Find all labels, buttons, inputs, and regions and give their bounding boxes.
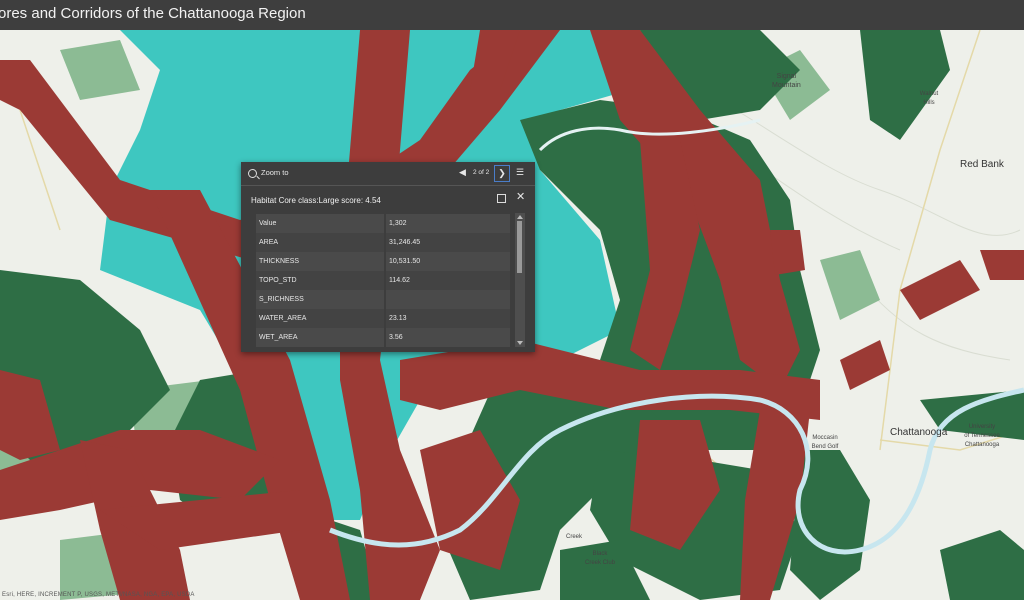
- label-walnut-hills: Walnut Hills: [919, 91, 939, 106]
- title-bar: ores and Corridors of the Chattanooga Re…: [0, 0, 1024, 30]
- popup-divider: [241, 185, 535, 186]
- scroll-down-icon[interactable]: [517, 341, 523, 345]
- field-name: TOPO_STD: [256, 271, 384, 290]
- feature-popup: Zoom to ◀ 2 of 2 ❯ ☰ Habitat Core class:…: [241, 162, 535, 352]
- zoom-to-label: Zoom to: [261, 168, 289, 177]
- table-row: WATER_AREA 23.13: [256, 309, 752, 328]
- scroll-up-icon[interactable]: [517, 215, 523, 219]
- close-icon[interactable]: ✕: [516, 192, 525, 203]
- dock-icon[interactable]: [497, 194, 506, 203]
- field-name: THICKNESS: [256, 252, 384, 271]
- table-row: WET_AREA 3.56: [256, 328, 752, 347]
- field-value: 10,531.50: [386, 252, 510, 271]
- label-moccasin-bend: Moccasin Bend Golf: [811, 435, 839, 450]
- label-red-bank: Red Bank: [960, 159, 1004, 170]
- table-row: Value 1,302: [256, 214, 752, 233]
- previous-feature-button[interactable]: ◀: [459, 167, 466, 178]
- menu-icon[interactable]: ☰: [516, 167, 524, 178]
- popup-header: Zoom to ◀ 2 of 2 ❯ ☰: [241, 162, 535, 184]
- field-value: 1,302: [386, 214, 510, 233]
- app-title: ores and Corridors of the Chattanooga Re…: [0, 5, 306, 22]
- map-attribution: Esri, HERE, INCREMENT P, USGS, METI/NASA…: [2, 592, 195, 598]
- popup-title: Habitat Core class:Large score: 4.54: [251, 196, 381, 205]
- field-value: 23.13: [386, 309, 510, 328]
- table-row: TOPO_STD 114.62: [256, 271, 752, 290]
- popup-scrollbar[interactable]: [515, 213, 525, 347]
- scroll-thumb[interactable]: [517, 221, 522, 273]
- field-value: 114.62: [386, 271, 510, 290]
- field-name: WET_AREA: [256, 328, 384, 347]
- label-creek: Creek: [566, 534, 583, 540]
- field-value: 31,246.45: [386, 233, 510, 252]
- table-row: AREA 31,246.45: [256, 233, 752, 252]
- label-chattanooga: Chattanooga: [890, 427, 948, 438]
- field-name: AREA: [256, 233, 384, 252]
- label-black-creek: Black Creek Club: [584, 551, 615, 566]
- zoom-to-button[interactable]: Zoom to: [248, 168, 289, 178]
- next-feature-button[interactable]: ❯: [494, 165, 510, 182]
- label-utc: University of Tennessee Chattanooga: [964, 424, 1000, 448]
- field-value: 3.56: [386, 328, 510, 347]
- feature-counter: 2 of 2: [473, 169, 490, 176]
- field-value: [386, 290, 510, 309]
- field-name: Value: [256, 214, 384, 233]
- table-row: S_RICHNESS: [256, 290, 752, 309]
- zoom-icon: [248, 168, 257, 178]
- table-row: THICKNESS 10,531.50: [256, 252, 752, 271]
- label-signal-mountain: Signal Mountain: [772, 73, 801, 89]
- field-name: S_RICHNESS: [256, 290, 384, 309]
- field-name: WATER_AREA: [256, 309, 384, 328]
